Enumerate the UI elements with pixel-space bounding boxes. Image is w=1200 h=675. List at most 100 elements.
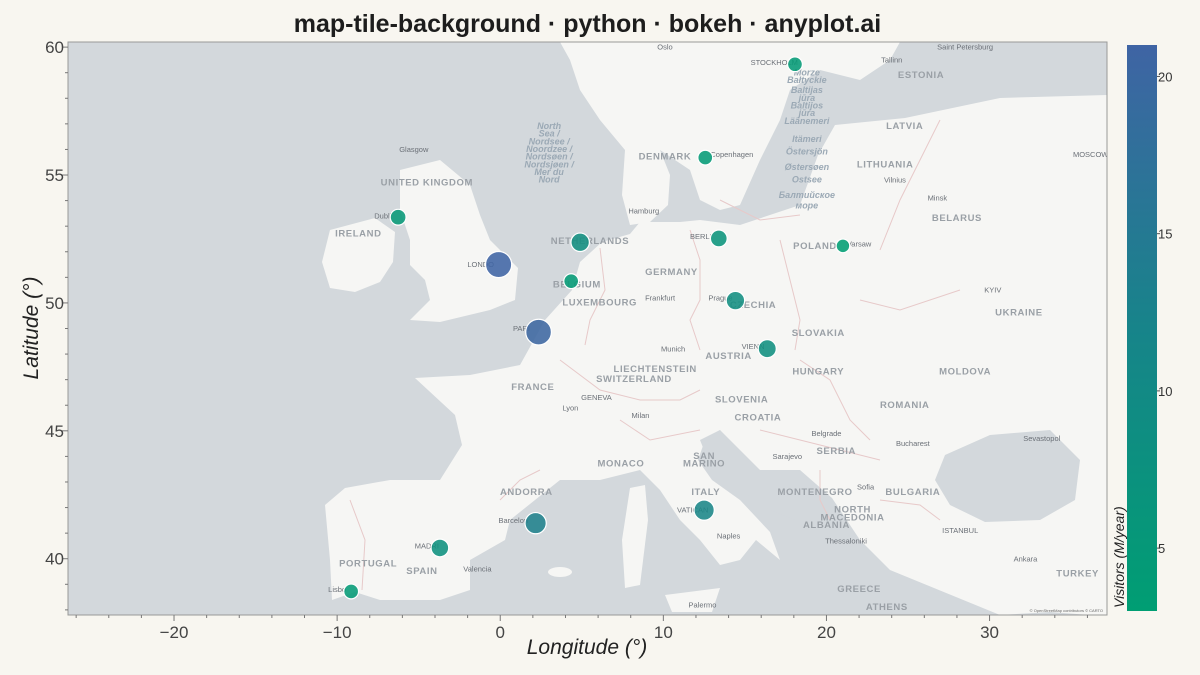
country-label: ANDORRA bbox=[500, 487, 553, 498]
city-label: Glasgow bbox=[399, 145, 429, 154]
country-label: LATVIA bbox=[886, 121, 923, 132]
city-label: Oslo bbox=[657, 43, 672, 52]
country-label: POLAND bbox=[793, 241, 837, 252]
colorbar-tick-label: 5 bbox=[1158, 541, 1165, 556]
city-marker[interactable] bbox=[757, 339, 777, 359]
city-label: Naples bbox=[717, 531, 741, 540]
city-label: Dubli bbox=[374, 212, 391, 221]
colorbar-tick-label: 20 bbox=[1158, 69, 1172, 84]
country-label: MOLDOVA bbox=[939, 367, 991, 378]
country-label: MONACO bbox=[597, 459, 644, 470]
sea-label: Балтийское bbox=[779, 190, 835, 200]
city-label: Tallinn bbox=[881, 55, 902, 64]
x-tick-label: 30 bbox=[980, 623, 999, 642]
y-tick-label: 40 bbox=[45, 550, 64, 569]
city-label: Ankara bbox=[1014, 554, 1039, 563]
city-label: Lyon bbox=[562, 403, 578, 412]
city-marker[interactable] bbox=[389, 208, 407, 226]
sea-label: Östersjön bbox=[786, 147, 829, 157]
city-label: MOSCOW bbox=[1073, 150, 1109, 159]
city-label: Copenhagen bbox=[710, 150, 753, 159]
colorbar-gradient bbox=[1127, 45, 1157, 611]
city-label: Bucharest bbox=[896, 439, 931, 448]
city-label: Vilnius bbox=[884, 176, 906, 185]
country-label: DENMARK bbox=[639, 152, 692, 163]
country-label: HUNGARY bbox=[792, 367, 844, 378]
x-tick-label: 20 bbox=[817, 623, 836, 642]
country-label: LUXEMBOURG bbox=[562, 297, 637, 308]
city-label: GENEVA bbox=[581, 393, 612, 402]
x-tick-label: −20 bbox=[160, 623, 189, 642]
country-label: SERBIA bbox=[816, 446, 856, 457]
country-label: IRELAND bbox=[335, 228, 381, 239]
country-label: ROMANIA bbox=[880, 400, 930, 411]
city-label: Thessaloniki bbox=[825, 536, 867, 545]
country-label: SLOVAKIA bbox=[792, 328, 845, 339]
land-balearics bbox=[548, 567, 572, 577]
city-marker[interactable] bbox=[786, 56, 803, 73]
country-label: SLOVENIA bbox=[715, 395, 768, 406]
colorbar-ticks: 5 10 15 20 bbox=[1157, 69, 1172, 556]
city-label: Munich bbox=[661, 345, 685, 354]
country-label: FRANCE bbox=[511, 382, 554, 393]
y-axis-label: Latitude (°) bbox=[20, 277, 43, 380]
x-tick-label: −10 bbox=[323, 623, 352, 642]
y-tick-label: 45 bbox=[45, 422, 64, 441]
sea-label: Ostsee bbox=[792, 175, 822, 185]
sea-label: Østersøen bbox=[785, 162, 830, 172]
city-marker[interactable] bbox=[563, 273, 580, 290]
city-label: Saint Petersburg bbox=[937, 43, 993, 52]
city-label: Barcelon bbox=[498, 516, 528, 525]
city-marker[interactable] bbox=[570, 232, 590, 253]
x-tick-label: 10 bbox=[654, 623, 673, 642]
city-marker[interactable] bbox=[524, 511, 547, 535]
sea-label: море bbox=[796, 200, 819, 210]
city-marker[interactable] bbox=[343, 583, 360, 600]
country-label: ITALY bbox=[691, 487, 720, 498]
sea-label: Bałtyckie bbox=[787, 75, 827, 85]
country-label: ATHENS bbox=[866, 602, 908, 613]
map-tiles[interactable]: SWEDEN ESTONIA LATVIA LITHUANIA DENMARK UNITE… bbox=[68, 34, 1109, 615]
country-label: LITHUANIA bbox=[857, 159, 914, 170]
city-label: Frankfurt bbox=[645, 293, 676, 302]
sea-label: Läänemeri bbox=[784, 116, 830, 126]
city-marker[interactable] bbox=[835, 238, 851, 254]
city-label: Sevastopol bbox=[1023, 434, 1060, 443]
city-marker[interactable] bbox=[709, 229, 728, 248]
y-tick-label: 60 bbox=[45, 38, 64, 57]
country-label: SWITZERLAND bbox=[596, 374, 672, 385]
country-label: BULGARIA bbox=[885, 487, 940, 498]
city-marker[interactable] bbox=[693, 499, 715, 521]
country-label: SPAIN bbox=[406, 566, 437, 577]
country-label: CROATIA bbox=[735, 413, 782, 424]
x-axis-label: Longitude (°) bbox=[527, 636, 647, 659]
country-label: BELARUS bbox=[932, 213, 982, 224]
country-label: ALBANIA bbox=[803, 520, 850, 531]
y-axis: 40 45 50 55 60 bbox=[45, 38, 69, 615]
city-label: Valencia bbox=[463, 565, 492, 574]
chart: SWEDEN ESTONIA LATVIA LITHUANIA DENMARK UNITE… bbox=[20, 34, 1172, 659]
country-label: MONTENEGRO bbox=[777, 487, 852, 498]
city-label: Hamburg bbox=[628, 206, 659, 215]
city-label: KYIV bbox=[984, 286, 1001, 295]
colorbar-label: Visitors (M/year) bbox=[1111, 506, 1127, 608]
country-label: GREECE bbox=[837, 584, 881, 595]
city-label: Milan bbox=[632, 411, 650, 420]
y-tick-label: 55 bbox=[45, 166, 64, 185]
city-label: Palermo bbox=[689, 600, 717, 609]
city-label: Sarajevo bbox=[773, 452, 803, 461]
city-marker[interactable] bbox=[484, 250, 513, 279]
country-label: UKRAINE bbox=[995, 308, 1042, 319]
country-label: ESTONIA bbox=[898, 70, 944, 81]
city-marker[interactable] bbox=[697, 149, 714, 166]
x-tick-label: 0 bbox=[496, 623, 505, 642]
city-label: Belgrade bbox=[811, 429, 841, 438]
city-label: BERLI bbox=[690, 232, 712, 241]
city-marker[interactable] bbox=[525, 318, 553, 346]
city-marker[interactable] bbox=[430, 538, 450, 558]
city-marker[interactable] bbox=[725, 290, 746, 311]
country-label: SWEDEN bbox=[719, 34, 764, 45]
city-label: Minsk bbox=[928, 194, 948, 203]
sea-label: Nord bbox=[539, 175, 560, 185]
sea-label: Itämeri bbox=[792, 134, 822, 144]
